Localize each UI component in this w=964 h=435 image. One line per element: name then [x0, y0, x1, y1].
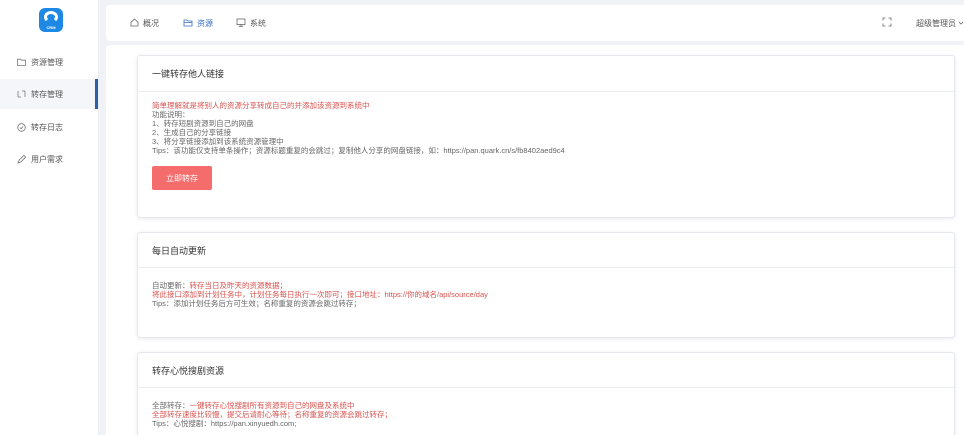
- fullscreen-button[interactable]: [882, 5, 892, 41]
- logo[interactable]: CRM: [39, 8, 63, 32]
- sidebar-item-label: 转存管理: [31, 89, 63, 99]
- monitor-icon: [236, 18, 246, 29]
- nav-label: 概况: [143, 18, 159, 28]
- transfer-icon: [16, 89, 26, 99]
- logo-mark: [44, 11, 58, 23]
- sidebar-item-user-requests[interactable]: 用户需求: [0, 144, 98, 174]
- card-text: Tips：心悦搜剧：https://pan.xinyuedh.com;: [152, 419, 297, 428]
- card-text: 简单理解就是将别人的资源分享转成自己的并添加该资源到系统中: [152, 101, 370, 110]
- card-title: 一键转存他人链接: [138, 56, 954, 92]
- sidebar-item-label: 用户需求: [31, 154, 63, 164]
- folder-icon: [16, 57, 26, 67]
- sidebar-item-transfer-log[interactable]: 转存日志: [0, 112, 98, 142]
- nav-overview[interactable]: 概况: [130, 5, 159, 41]
- chevron-down-icon: [958, 19, 964, 28]
- nav-system[interactable]: 系统: [236, 5, 266, 41]
- card-title: 转存心悦搜剧资源: [138, 353, 954, 388]
- card-text: 自动更新：转存当日及昨天的资源数据；: [152, 281, 287, 290]
- nav-label: 系统: [250, 18, 266, 28]
- log-icon: [16, 122, 26, 132]
- card-xinyue-transfer: 转存心悦搜剧资源 全部转存：一键转存心悦搜剧所有资源到自己的网盘及系统中 全部转…: [137, 352, 955, 435]
- fullscreen-icon: [882, 17, 892, 29]
- card-text: 3、将分享链接添加到该系统资源管理中: [152, 137, 284, 146]
- top-header: 概况 资源 系统 超级管理员: [106, 5, 964, 41]
- sidebar-item-resource-management[interactable]: 资源管理: [0, 47, 98, 77]
- sidebar-item-transfer-management[interactable]: 转存管理: [0, 79, 98, 109]
- active-indicator: [95, 79, 98, 109]
- sidebar: CRM 资源管理 转存管理 转存日志 用户需求: [0, 0, 99, 435]
- home-icon: [130, 17, 139, 29]
- nav-resources[interactable]: 资源: [183, 5, 213, 41]
- card-text: 全部转存：一键转存心悦搜剧所有资源到自己的网盘及系统中: [152, 401, 355, 410]
- nav-label: 资源: [197, 18, 213, 28]
- card-one-click-transfer: 一键转存他人链接 简单理解就是将别人的资源分享转成自己的并添加该资源到系统中 功…: [137, 55, 955, 218]
- card-title: 每日自动更新: [138, 233, 954, 268]
- card-text: 2、生成自己的分享链接: [152, 128, 232, 137]
- user-menu[interactable]: 超级管理员: [916, 5, 964, 41]
- card-daily-auto-update: 每日自动更新 自动更新：转存当日及昨天的资源数据； 将此接口添加到计划任务中，计…: [137, 232, 955, 338]
- logo-text: CRM: [46, 25, 56, 30]
- card-text: Tips：添加计划任务后方可生效；名称重复的资源会跳过转存；: [152, 299, 361, 308]
- resource-icon: [183, 18, 193, 29]
- main-content: 一键转存他人链接 简单理解就是将别人的资源分享转成自己的并添加该资源到系统中 功…: [106, 45, 964, 435]
- user-name: 超级管理员: [916, 18, 956, 28]
- transfer-now-button[interactable]: 立即转存: [152, 166, 212, 190]
- sidebar-item-label: 资源管理: [31, 57, 63, 67]
- card-text: 功能说明：: [152, 110, 190, 119]
- card-text: 全部转存速度比较慢，提交后请耐心等待；名称重复的资源会跳过转存；: [152, 410, 392, 419]
- card-text: 1、转存短剧资源到自己的网盘: [152, 119, 254, 128]
- edit-icon: [16, 154, 26, 164]
- card-text: 将此接口添加到计划任务中，计划任务每日执行一次即可；接口地址：https://你…: [152, 290, 488, 299]
- card-text: Tips：该功能仅支持单条操作；资源标题重复的会跳过；复制他人分享的网盘链接，如…: [152, 146, 565, 155]
- sidebar-item-label: 转存日志: [31, 122, 63, 132]
